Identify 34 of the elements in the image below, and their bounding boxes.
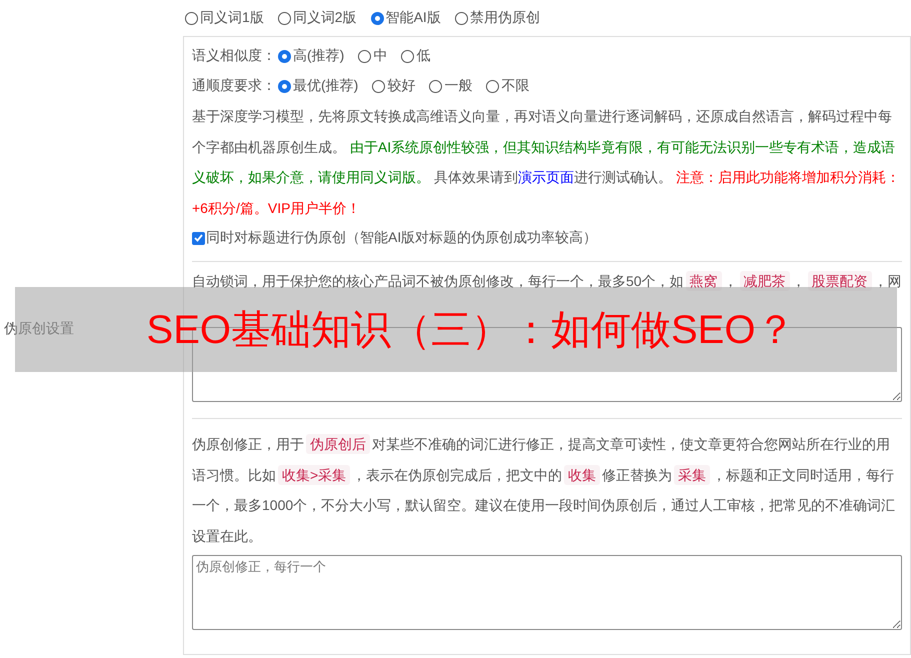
option-label: 高(推荐) <box>293 47 344 65</box>
radio-button[interactable] <box>278 80 291 92</box>
radio-button[interactable] <box>401 50 414 62</box>
option-label: 同时对标题进行伪原创（智能AI版对标题的伪原创成功率较高） <box>206 229 598 247</box>
correction-field[interactable]: 伪原创修正，每行一个 <box>192 555 902 630</box>
radio-button[interactable] <box>372 80 386 92</box>
description-paragraph: 基于深度学习模型，先将原文转换成高维语义向量，再对语义向量进行逐词解码，还原成自然语言，解码过程中每个字都由机器原创生成。 由于AI系统原创性较强，但其知识结构毕竟有限，有可能无法识别一些专有术语，造成语义破坏，如果介意，请使用同义词版。 具体效果请到演示页面进行测试确认。 注意：启用此功能将增加积分消耗：+6积分/篇。VIP用户半价！ <box>192 107 901 218</box>
radio-button[interactable] <box>278 50 291 62</box>
banner-title: SEO基础知识（三）：如何做SEO？ <box>146 307 796 354</box>
option-label: 低 <box>416 47 430 65</box>
demo-link[interactable]: 演示页面 <box>518 169 574 185</box>
correction-description: 伪原创修正，用于 伪原创后 对某些不准确的词汇进行修正，提高文章可读性，使文章更符合您网站所在行业的用语习惯。比如 收集>采集 ，表示在伪原创完成后，把文中的 收集 修正替换为 采集 ，标题和正文同时适用，每行一个，最多1000个，不分大小写，默认留空。建议在使用一段时间伪原创后，通过人工审核，把常见的不准确词汇设置在此。 <box>192 433 896 546</box>
radio-button[interactable] <box>358 50 372 62</box>
option-label: 同义词1版 <box>200 9 264 27</box>
radio-button[interactable] <box>278 12 291 24</box>
option-label: 不限 <box>501 77 530 95</box>
field-label: 通顺度要求： <box>192 77 276 95</box>
option-label: 一般 <box>444 77 472 95</box>
section-label: 伪原创设置 <box>3 320 74 338</box>
option-label: 中 <box>373 47 388 65</box>
radio-button[interactable] <box>429 80 442 92</box>
option-label: 智能AI版 <box>386 9 441 27</box>
option-label: 最优(推荐) <box>293 77 358 95</box>
option-label: 较好 <box>387 77 416 95</box>
checkmark-icon <box>194 234 203 242</box>
radio-button[interactable] <box>486 80 500 92</box>
radio-button[interactable] <box>454 12 468 24</box>
checkbox[interactable] <box>192 232 205 244</box>
option-label: 禁用伪原创 <box>470 9 540 27</box>
field-label: 语义相似度： <box>192 47 276 65</box>
radio-button[interactable] <box>185 12 198 24</box>
radio-button[interactable] <box>370 12 384 24</box>
lock-words-description: 自动锁词，用于保护您的核心产品词不被伪原创修改，每行一个，最多50个，如 燕窝 ， 减肥茶 ， 股票配资 ，网 <box>192 270 902 293</box>
option-label: 同义词2版 <box>292 9 357 27</box>
